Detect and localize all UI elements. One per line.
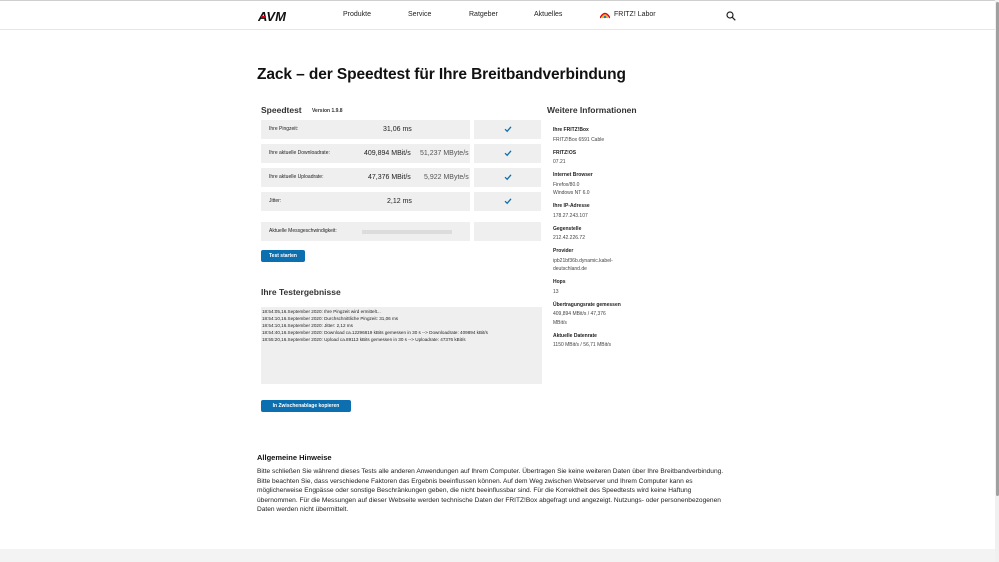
info-value: 1150 MBit/s / 56,71 MBit/s [553,342,611,348]
version-label: Version 1.9.8 [312,108,343,114]
result-line: 18:54:10,16.September 2020: Durchschnitt… [262,316,399,321]
info-value: deutschland.de [553,266,587,272]
info-label: Ihre IP-Adresse [553,203,590,209]
checkmark-icon [504,174,512,181]
ping-row: Ihre Pingzeit: 31,06 ms [261,120,470,139]
upload-status [474,168,541,187]
results-log[interactable]: 18:54:05,16.September 2020: Ihre Pingzei… [261,307,542,384]
page-title: Zack – der Speedtest für Ihre Breitbandv… [257,66,626,83]
upload-value-mbit: 47,376 MBit/s [368,174,411,181]
info-title: Weitere Informationen [547,105,637,115]
info-value: Firefox/80.0 [553,181,580,188]
footer [0,549,995,562]
info-value: 07.21 [553,159,566,165]
jitter-status [474,192,541,211]
result-line: 18:55:20,16.September 2020: Upload ca.89… [262,337,466,342]
ping-status [474,120,541,139]
results-title: Ihre Testergebnisse [261,287,341,297]
start-test-button[interactable]: Test starten [261,250,305,262]
info-label: Gegenstelle [553,225,582,232]
speedtest-title: Speedtest [261,105,302,115]
upload-value-mbyte: 5,922 MByte/s [424,174,469,181]
info-label: Hops [553,279,566,285]
result-line: 18:54:10,16.September 2020: Jitter: 2,12… [262,323,353,328]
nav-fritz-labor[interactable]: FRITZ! Labor [614,11,656,18]
jitter-label: Jitter: [269,198,282,204]
fritz-labor-icon [600,12,610,19]
info-value: 178.27.243.107 [553,212,588,219]
info-label: Aktuelle Datenrate [553,332,597,339]
jitter-value: 2,12 ms [387,198,412,205]
top-navigation: AVM Produkte Service Ratgeber Aktuelles … [0,0,999,30]
info-value: 409,894 MBit/s / 47,376 [553,311,606,317]
info-value: MBit/s [553,319,567,326]
notes-title: Allgemeine Hinweise [257,453,332,462]
nav-aktuelles[interactable]: Aktuelles [534,11,562,18]
jitter-row: Jitter: 2,12 ms [261,192,470,211]
current-speed-label: Aktuelle Messgeschwindigkeit: [269,228,337,234]
info-value: ipb21bf36b.dynamic.kabel- [553,257,613,264]
nav-produkte[interactable]: Produkte [343,11,371,18]
search-icon[interactable] [726,11,736,21]
info-label: Ihre FRITZ!Box [553,127,589,133]
info-label: FRITZ!OS [553,149,577,156]
ping-value: 31,06 ms [383,126,412,133]
info-value: 13 [553,288,559,295]
copy-to-clipboard-button[interactable]: In Zwischenablage kopieren [261,400,351,412]
current-speed-status [474,222,541,241]
upload-row: Ihre aktuelle Uploadrate: 47,376 MBit/s … [261,168,470,187]
info-value: 212.42.226.72 [553,235,585,241]
avm-logo[interactable]: AVM [258,8,286,24]
download-status [474,144,541,163]
checkmark-icon [504,150,512,157]
nav-service[interactable]: Service [408,11,431,18]
nav-ratgeber[interactable]: Ratgeber [469,11,498,18]
current-speed-progress-bar [362,230,452,234]
info-label: Übertragungsrate gemessen [553,301,621,308]
notes-text: Bitte schließen Sie während dieses Tests… [257,468,724,514]
result-line: 18:54:40,16.September 2020: Download ca.… [262,330,488,335]
info-label: Internet Browser [553,172,593,178]
download-row: Ihre aktuelle Downloadrate: 409,894 MBit… [261,144,470,163]
info-value: Windows NT 6.0 [553,190,590,196]
ping-label: Ihre Pingzeit: [269,126,299,132]
download-label: Ihre aktuelle Downloadrate: [269,150,330,156]
upload-label: Ihre aktuelle Uploadrate: [269,174,324,180]
scrollbar[interactable] [995,0,999,562]
checkmark-icon [504,126,512,133]
result-line: 18:54:05,16.September 2020: Ihre Pingzei… [262,309,381,314]
download-value-mbyte: 51,237 MByte/s [420,150,469,157]
info-value: FRITZ!Box 6591 Cable [553,136,605,143]
info-label: Provider [553,248,574,254]
download-value-mbit: 409,894 MBit/s [364,150,411,157]
checkmark-icon [504,198,512,205]
